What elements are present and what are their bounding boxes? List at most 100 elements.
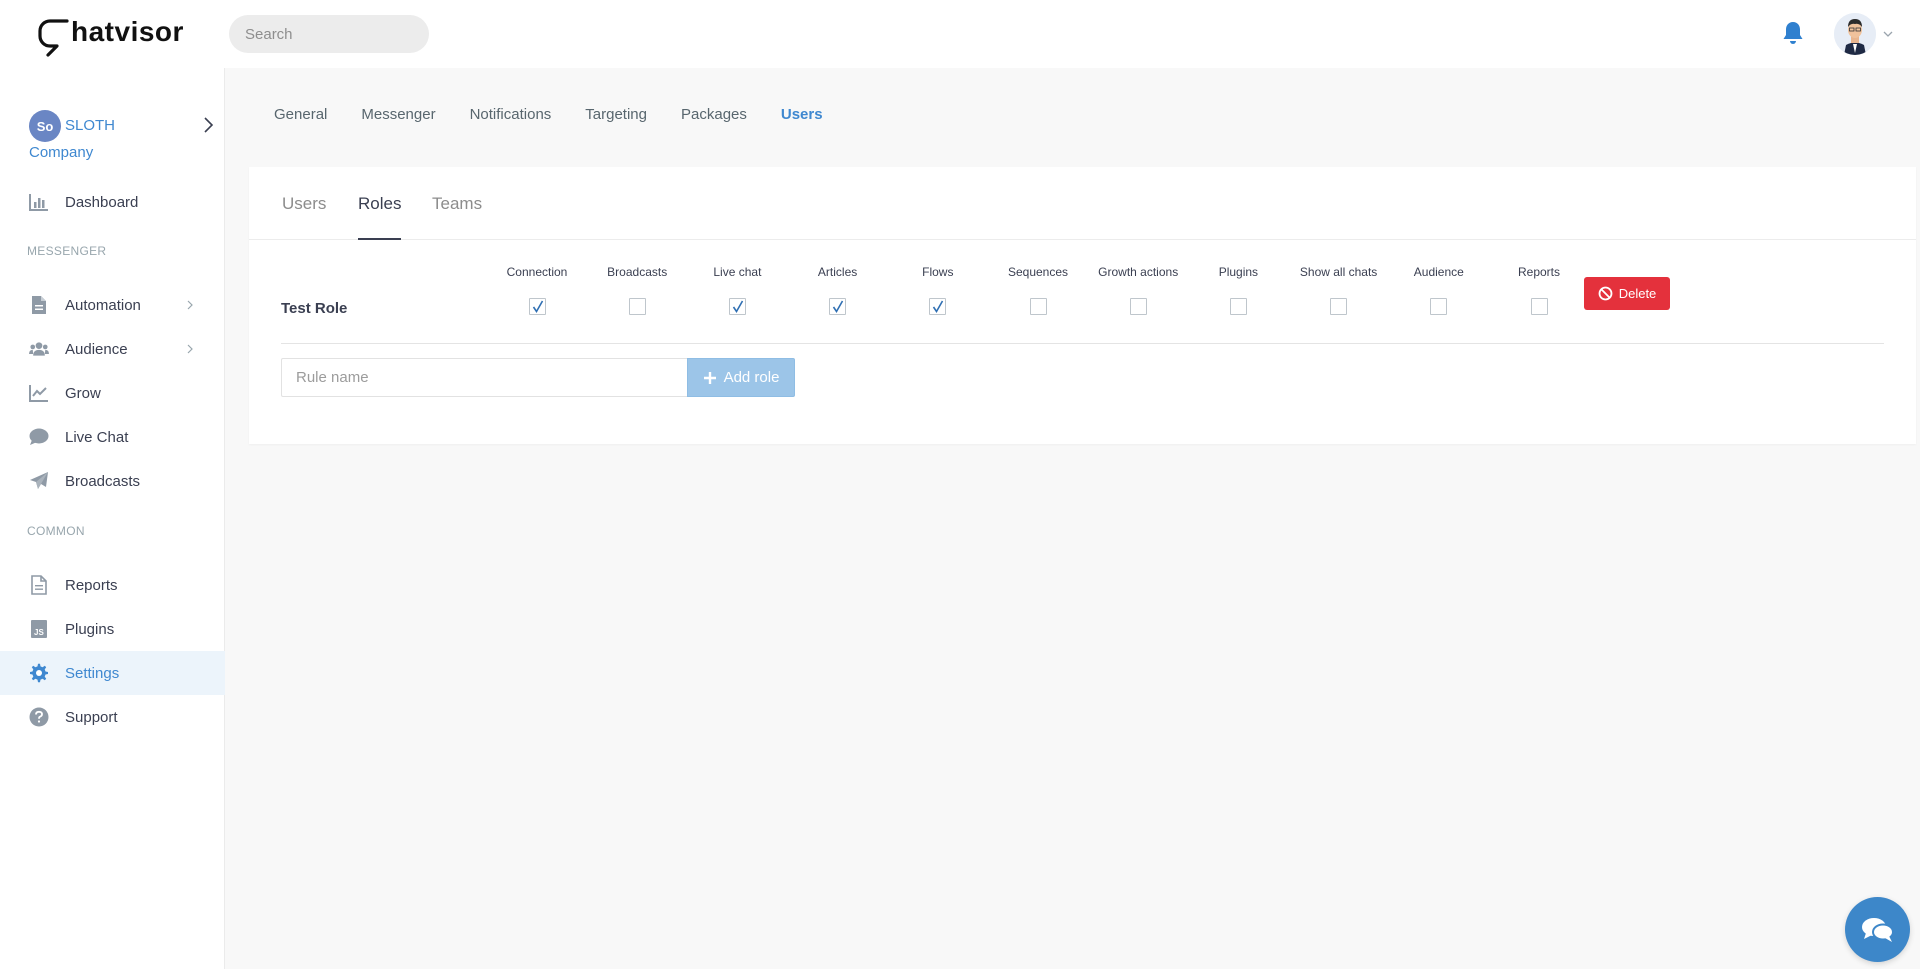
permission-checkbox[interactable] [628,298,646,315]
permission-column: Broadcasts [587,265,687,315]
trend-chart-icon [29,383,49,403]
permission-checkbox[interactable] [1229,298,1247,315]
rule-name-input[interactable] [281,358,687,397]
sidebar-item-support[interactable]: Support [0,695,225,739]
plus-icon [703,371,716,384]
chevron-right-icon [187,300,193,310]
company-logo: So [29,110,61,142]
permission-checkbox[interactable] [728,298,746,315]
sidebar-item-grow[interactable]: Grow [0,371,225,415]
company-name: SLOTH [65,117,116,134]
sidebar-item-automation[interactable]: Automation [0,283,225,327]
users-icon [29,339,49,359]
chatvisor-logo[interactable]: hatvisor [37,14,184,58]
sidebar: So SLOTH Company Dashboard MESSENGER Aut… [0,68,225,969]
gear-icon [29,663,49,683]
permission-label: Show all chats [1299,265,1378,279]
subtab-roles[interactable]: Roles [358,194,402,240]
permission-checkbox[interactable] [1430,298,1448,315]
search-input[interactable] [229,15,429,53]
permission-column: Growth actions [1088,265,1188,315]
sidebar-item-plugins[interactable]: JS Plugins [0,607,225,651]
permission-label: Broadcasts [607,265,668,279]
section-label-common: COMMON [27,524,85,538]
permission-column: Show all chats [1289,265,1389,315]
tab-messenger[interactable]: Messenger [361,106,435,130]
sidebar-item-label: Grow [65,384,101,402]
sidebar-item-audience[interactable]: Audience [0,327,225,371]
tab-targeting[interactable]: Targeting [585,106,647,130]
logo-text: hatvisor [71,16,184,47]
sidebar-item-label: Settings [65,664,120,682]
permission-label: Connection [506,265,568,279]
permission-label: Growth actions [1098,265,1179,279]
permission-label: Reports [1517,265,1561,279]
role-row: Test Role Connection Broadcasts Live chat A… [281,265,1884,344]
permission-label: Plugins [1218,265,1259,279]
permission-label: Live chat [713,265,762,279]
user-menu[interactable] [1834,13,1898,55]
permission-column: Plugins [1188,265,1288,315]
settings-tabs: General Messenger Notifications Targetin… [274,106,857,130]
delete-label: Delete [1618,286,1657,301]
checkmark-icon [532,300,543,314]
permission-checkbox[interactable] [1029,298,1047,315]
permission-checkbox[interactable] [1129,298,1147,315]
paper-plane-icon [29,471,49,491]
document-icon [29,295,49,315]
chevron-right-icon [204,117,214,133]
permission-label: Sequences [1007,265,1069,279]
permission-column: Reports [1489,265,1589,315]
sidebar-item-label: Broadcasts [65,472,141,490]
roles-card: Users Roles Teams Test Role Connection Br… [249,167,1916,444]
add-role-label: Add role [723,369,780,386]
chat-widget-button[interactable] [1845,897,1910,962]
sidebar-item-broadcasts[interactable]: Broadcasts [0,459,225,503]
subtab-teams[interactable]: Teams [432,194,482,240]
sidebar-item-settings[interactable]: Settings [0,651,225,695]
logo-c-bubble-icon [38,19,69,57]
sidebar-item-reports[interactable]: Reports [0,563,225,607]
sidebar-item-label: Support [65,708,118,726]
company-switcher[interactable]: So SLOTH Company [29,110,219,162]
tab-packages[interactable]: Packages [681,106,747,130]
tab-notifications[interactable]: Notifications [470,106,552,130]
sidebar-item-dashboard[interactable]: Dashboard [0,180,225,224]
section-label-messenger: MESSENGER [27,244,107,258]
bell-icon[interactable] [1781,20,1807,48]
svg-text:JS: JS [34,628,44,637]
permission-checkbox[interactable] [1330,298,1348,315]
permission-label: Flows [922,265,954,279]
sub-tabs: Users Roles Teams [249,167,1916,240]
js-file-icon: JS [29,619,49,639]
permission-column: Live chat [687,265,787,315]
subtab-users[interactable]: Users [282,194,326,240]
sidebar-item-live-chat[interactable]: Live Chat [0,415,225,459]
tab-users[interactable]: Users [781,106,823,130]
add-role-button[interactable]: Add role [687,358,795,397]
sidebar-item-label: Dashboard [65,193,139,211]
chat-bubbles-icon [1861,917,1894,942]
checkmark-icon [933,300,944,314]
chevron-right-icon [187,344,193,354]
company-name-suffix: Company [29,144,94,161]
checkmark-icon [832,300,844,314]
permission-checkbox[interactable] [1530,298,1548,315]
sidebar-item-label: Plugins [65,620,115,638]
tab-general[interactable]: General [274,106,327,130]
ban-icon [1598,286,1613,301]
top-header: hatvisor [0,0,1920,68]
permission-column: Audience [1389,265,1489,315]
permission-column: Sequences [988,265,1088,315]
sidebar-item-label: Audience [65,340,128,358]
question-circle-icon [29,707,49,727]
sidebar-item-label: Live Chat [65,428,129,446]
permission-checkbox[interactable] [528,298,546,315]
permission-checkbox[interactable] [829,298,847,315]
permission-label: Articles [817,265,858,279]
sidebar-item-label: Reports [65,576,118,594]
chevron-down-icon [1883,31,1893,37]
delete-role-button[interactable]: Delete [1584,277,1670,310]
chat-bubble-icon [29,427,49,447]
permission-checkbox[interactable] [929,298,947,315]
